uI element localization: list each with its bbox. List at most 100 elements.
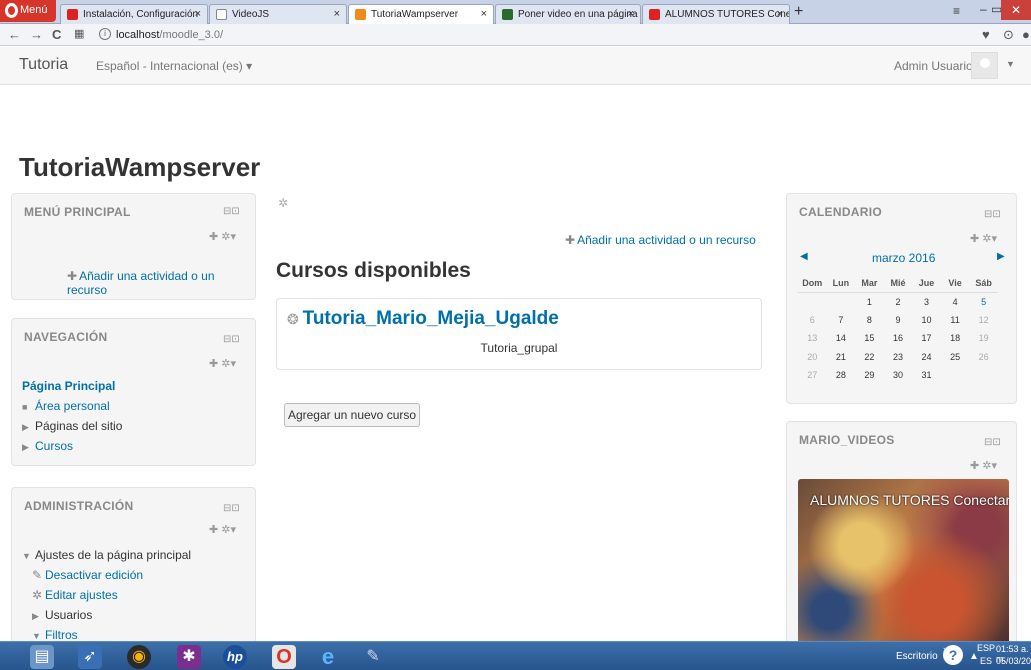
calendar-day[interactable]: 6 [798, 311, 827, 330]
new-tab-button[interactable]: + [794, 3, 803, 21]
calendar-day[interactable]: 28 [827, 366, 856, 385]
prev-month-icon[interactable]: ◀ [800, 251, 808, 262]
calendar-day[interactable]: 15 [855, 329, 884, 348]
calendar-day-today[interactable]: 5 [969, 292, 998, 311]
admin-item-desactivar[interactable]: ✎ Desactivar edición [22, 568, 191, 588]
language-indicator[interactable]: ESP [977, 643, 995, 653]
calendar-day[interactable]: 29 [855, 366, 884, 385]
calendar-day[interactable]: 1 [855, 292, 884, 311]
calendar-day[interactable]: 31 [912, 366, 941, 385]
forward-arrow-icon[interactable]: → [30, 27, 43, 42]
calendar-day[interactable]: 13 [798, 329, 827, 348]
calendar-day[interactable]: 30 [884, 366, 913, 385]
calendar-day[interactable]: 21 [827, 348, 856, 367]
language-menu[interactable]: Español - Internacional (es) ▾ [96, 59, 252, 73]
calendar-day[interactable]: 11 [941, 311, 970, 330]
tab-alumnos-tutores[interactable]: ALUMNOS TUTORES Cone × [642, 4, 790, 24]
browser-menu-button[interactable]: Menú [0, 0, 56, 22]
tab-menu-icon[interactable]: ≡ [953, 4, 960, 18]
move-gear-icon[interactable]: ✚ ✲▾ [970, 459, 997, 472]
calendar-day[interactable]: 17 [912, 329, 941, 348]
calendar-day[interactable]: 27 [798, 366, 827, 385]
internet-explorer-icon[interactable]: e [316, 645, 340, 669]
dock-block-icon[interactable]: ⊟⊡ [984, 437, 1001, 448]
window-close-button[interactable]: ✕ [1001, 0, 1031, 20]
calendar-day[interactable]: 20 [798, 348, 827, 367]
minimize-icon[interactable]: – [980, 2, 987, 16]
profile-icon[interactable]: ● [1022, 27, 1030, 42]
calendar-day[interactable]: 3 [912, 292, 941, 311]
move-gear-icon[interactable]: ✚ ✲▾ [209, 523, 236, 536]
file-explorer-icon[interactable]: ▤ [30, 645, 54, 669]
calendar-month[interactable]: marzo 2016 [872, 251, 935, 265]
calendar-day[interactable]: 10 [912, 311, 941, 330]
tab-instalacion[interactable]: Instalación, Configuración × [60, 4, 208, 24]
tab-close-icon[interactable]: × [628, 8, 634, 20]
calendar-day [798, 292, 827, 311]
calendar-day[interactable]: 4 [941, 292, 970, 311]
address-field[interactable]: localhost/moodle_3.0/ [116, 29, 223, 41]
add-activity-link[interactable]: ✚ Añadir una actividad o un recurso [565, 233, 756, 247]
speed-dial-icon[interactable]: ▦ [74, 27, 84, 40]
dock-block-icon[interactable]: ⊟⊡ [984, 209, 1001, 220]
tab-videojs[interactable]: VideoJS × [209, 4, 347, 24]
add-course-button[interactable]: Agregar un nuevo curso [284, 403, 420, 427]
opera-icon[interactable]: O [272, 645, 296, 669]
app-icon[interactable]: ➶ [78, 645, 102, 669]
dock-block-icon[interactable]: ⊟⊡ [223, 334, 240, 345]
admin-section-frontpage[interactable]: ▼ Ajustes de la página principal [22, 548, 191, 568]
nav-item-area-personal[interactable]: ■ Área personal [22, 399, 122, 419]
calendar-day[interactable]: 26 [969, 348, 998, 367]
calendar-day[interactable]: 7 [827, 311, 856, 330]
nav-item-cursos[interactable]: ▶ Cursos [22, 439, 122, 459]
site-brand-link[interactable]: Tutoria [19, 56, 68, 74]
back-arrow-icon[interactable]: ← [8, 27, 21, 42]
site-info-icon[interactable]: i [99, 28, 111, 40]
webcam-icon[interactable]: ◉ [127, 645, 151, 669]
move-gear-icon[interactable]: ✚ ✲▾ [209, 230, 236, 243]
tab-tutoriawampserver[interactable]: TutoriaWampserver × [348, 4, 494, 24]
media-app-icon[interactable]: ✱ [177, 645, 201, 669]
calendar-day[interactable]: 8 [855, 311, 884, 330]
calendar-day[interactable]: 14 [827, 329, 856, 348]
avatar[interactable] [971, 52, 998, 79]
admin-item-editar[interactable]: ✲ Editar ajustes [22, 588, 191, 608]
calendar-day[interactable]: 9 [884, 311, 913, 330]
calendar-day[interactable]: 2 [884, 292, 913, 311]
tab-close-icon[interactable]: × [777, 8, 783, 20]
calendar-day[interactable]: 19 [969, 329, 998, 348]
tab-close-icon[interactable]: × [195, 8, 201, 20]
tab-close-icon[interactable]: × [481, 8, 487, 20]
desktop-toolbar-label[interactable]: Escritorio [896, 651, 938, 662]
next-month-icon[interactable]: ▶ [997, 251, 1005, 262]
help-icon[interactable]: ? [943, 645, 963, 665]
reload-icon[interactable]: C [52, 27, 61, 42]
navigation-block: NAVEGACIÓN ⊟⊡ ✚ ✲▾ Página Principal ■ Áre… [11, 318, 256, 466]
nav-item-home[interactable]: Página Principal [22, 379, 122, 399]
paint-icon[interactable]: ✎ [361, 645, 385, 669]
hp-icon[interactable]: hp [223, 645, 247, 669]
move-gear-icon[interactable]: ✚ ✲▾ [209, 357, 236, 370]
admin-item-usuarios[interactable]: ▶ Usuarios [22, 608, 191, 628]
tab-close-icon[interactable]: × [334, 8, 340, 20]
course-link[interactable]: ❂ Tutoria_Mario_Mejia_Ugalde [287, 308, 559, 330]
gear-icon[interactable]: ✲ [278, 196, 288, 210]
add-activity-link[interactable]: ✚ Añadir una actividad o un recurso [67, 269, 255, 297]
user-menu-caret-icon[interactable]: ▼ [1006, 59, 1015, 69]
calendar-day[interactable]: 25 [941, 348, 970, 367]
calendar-day[interactable]: 16 [884, 329, 913, 348]
nav-item-paginas[interactable]: ▶ Páginas del sitio [22, 419, 122, 439]
move-gear-icon[interactable]: ✚ ✲▾ [970, 232, 997, 245]
tab-poner-video[interactable]: Poner video en una página × [495, 4, 641, 24]
heart-icon[interactable]: ♥ [982, 27, 990, 42]
user-name[interactable]: Admin Usuario [894, 59, 973, 73]
video-player[interactable]: ALUMNOS TUTORES Conectar lo [798, 479, 1009, 644]
dock-block-icon[interactable]: ⊟⊡ [223, 503, 240, 514]
calendar-day[interactable]: 24 [912, 348, 941, 367]
calendar-day[interactable]: 12 [969, 311, 998, 330]
extension-icon[interactable]: ⊙ [1003, 27, 1014, 43]
calendar-day[interactable]: 18 [941, 329, 970, 348]
dock-block-icon[interactable]: ⊟⊡ [223, 206, 240, 217]
calendar-day[interactable]: 22 [855, 348, 884, 367]
calendar-day[interactable]: 23 [884, 348, 913, 367]
